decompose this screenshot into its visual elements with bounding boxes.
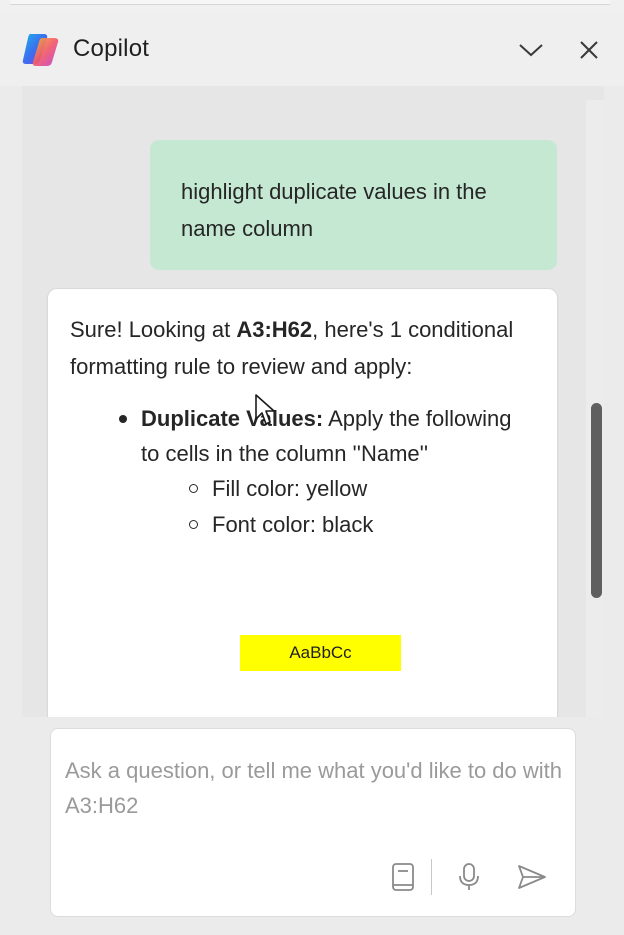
rule-title: Duplicate Values: (141, 406, 324, 431)
pane-title: Copilot (73, 35, 150, 62)
format-fill-text: Fill color: yellow (212, 476, 368, 501)
chevron-down-icon (519, 44, 543, 57)
rule-item: Duplicate Values: Apply the following to… (119, 401, 535, 543)
window-edge (10, 0, 610, 5)
rule-list: Duplicate Values: Apply the following to… (70, 401, 535, 543)
assistant-intro: Sure! Looking at A3:H62, here's 1 condit… (70, 311, 535, 385)
scrollbar-thumb[interactable] (591, 403, 602, 598)
pane-header: Copilot (0, 14, 624, 86)
assistant-message-card: Sure! Looking at A3:H62, here's 1 condit… (48, 289, 557, 729)
format-preview-swatch: AaBbCc (240, 635, 401, 671)
bullet-icon (119, 415, 127, 423)
microphone-icon (459, 863, 479, 890)
mouse-pointer-icon (255, 394, 275, 425)
circle-bullet-icon (189, 520, 198, 529)
prompt-guide-button[interactable] (387, 859, 419, 895)
collapse-button[interactable] (515, 34, 547, 66)
format-item-font: Font color: black (189, 507, 535, 543)
notebook-icon (392, 863, 414, 891)
input-icon-divider (431, 859, 432, 895)
format-item-fill: Fill color: yellow (189, 471, 535, 507)
format-list: Fill color: yellow Font color: black (141, 471, 535, 543)
window-top-strip (0, 0, 624, 14)
user-message-bubble: highlight duplicate values in the name c… (150, 140, 557, 270)
send-button[interactable] (516, 859, 548, 895)
prompt-input-placeholder[interactable]: Ask a question, or tell me what you'd li… (65, 753, 565, 823)
microphone-button[interactable] (453, 859, 485, 895)
intro-prefix: Sure! Looking at (70, 317, 237, 342)
send-icon (518, 865, 546, 889)
circle-bullet-icon (189, 484, 198, 493)
user-message-text: highlight duplicate values in the name c… (181, 179, 487, 241)
prompt-input-box[interactable]: Ask a question, or tell me what you'd li… (50, 728, 576, 917)
close-button[interactable] (573, 34, 605, 66)
copilot-logo-icon (22, 34, 59, 66)
format-font-text: Font color: black (212, 512, 374, 537)
range-reference: A3:H62 (236, 317, 313, 342)
close-icon (580, 41, 598, 59)
